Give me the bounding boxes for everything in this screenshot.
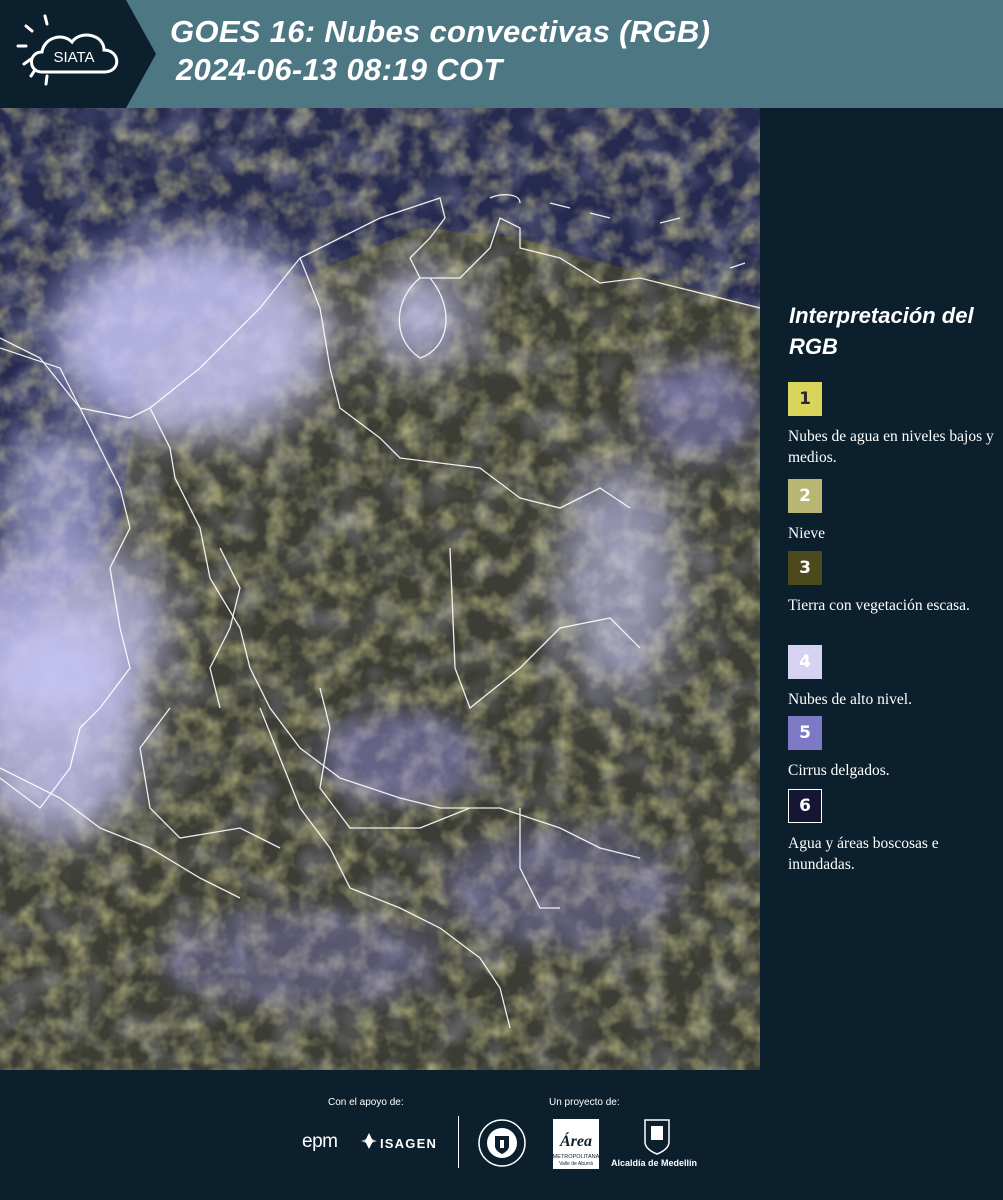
legend-swatch: 6 [788, 789, 822, 823]
legend-title: Interpretación del RGB [789, 303, 974, 359]
legend-item: 2 Nieve [788, 479, 998, 544]
footer: Con el apoyo de: Un proyecto de: epm ISA… [0, 1070, 1003, 1200]
legend-description: Cirrus delgados. [788, 762, 890, 779]
logo-block: SIATA [0, 0, 156, 108]
project-label: Un proyecto de: [549, 1097, 620, 1108]
satellite-rgb-image [0, 108, 760, 1070]
legend-item: 6 Agua y áreas boscosas e inundadas. [788, 789, 998, 875]
legend-swatch: 1 [788, 382, 822, 416]
epm-logo: epm [302, 1131, 338, 1152]
legend-item: 4 Nubes de alto nivel. [788, 645, 998, 710]
legend-item: 1 Nubes de agua en niveles bajos y medios… [788, 382, 998, 468]
isagen-logo: ISAGEN [380, 1136, 438, 1151]
page-title: GOES 16: Nubes convectivas (RGB) [170, 14, 711, 49]
legend-item: 3 Tierra con vegetación escasa. [788, 551, 998, 616]
isagen-icon [361, 1133, 377, 1149]
legend-swatch: 4 [788, 645, 822, 679]
metropolitana-sub2: Valle de Aburrá [559, 1161, 593, 1167]
satellite-map [0, 108, 760, 1070]
legend-swatch: 2 [788, 479, 822, 513]
area-metropolitana-logo-icon: Área METROPOLITANA Valle de Aburrá [553, 1119, 600, 1169]
legend-description: Tierra con vegetación escasa. [788, 597, 970, 614]
footer-divider [458, 1116, 459, 1168]
legend-swatch: 5 [788, 716, 822, 750]
legend-description: Nubes de alto nivel. [788, 691, 912, 708]
support-label: Con el apoyo de: [328, 1097, 404, 1108]
metropolitana-wordmark: Área [559, 1131, 592, 1150]
medellin-seal-icon [478, 1119, 526, 1167]
legend-swatch: 3 [788, 551, 822, 585]
legend-description: Agua y áreas boscosas e inundadas. [788, 835, 939, 873]
legend-item: 5 Cirrus delgados. [788, 716, 998, 781]
legend-description: Nubes de agua en niveles bajos y medios. [788, 428, 994, 466]
logo-text: SIATA [53, 49, 94, 66]
alcaldia-shield-icon [644, 1119, 670, 1155]
timestamp: 2024-06-13 08:19 COT [176, 52, 503, 87]
legend-description: Nieve [788, 525, 826, 542]
metropolitana-sub: METROPOLITANA [553, 1154, 600, 1160]
header-bar: SIATA GOES 16: Nubes convectivas (RGB) 2… [0, 0, 1003, 108]
alcaldia-label: Alcaldía de Medellín [611, 1158, 698, 1168]
